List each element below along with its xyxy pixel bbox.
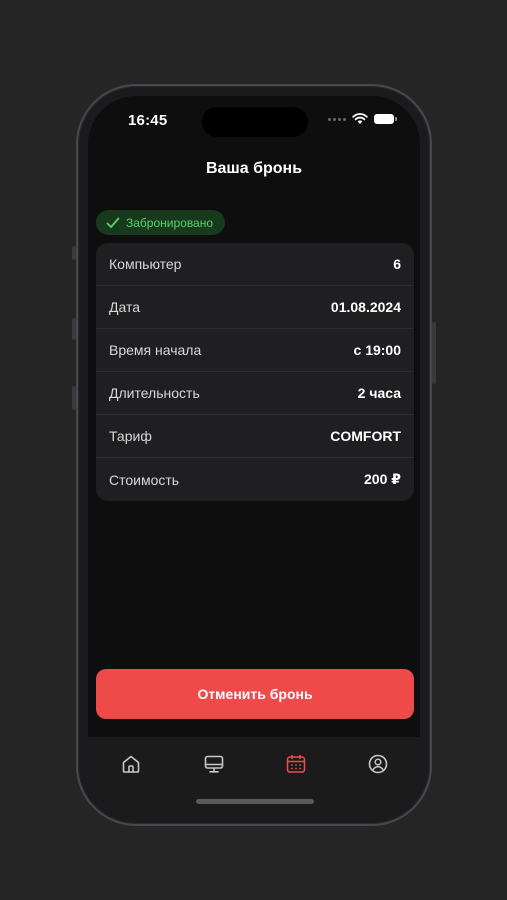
detail-label: Дата [109, 299, 141, 315]
tab-home[interactable] [119, 752, 143, 776]
detail-row-tariff: Тариф COMFORT [96, 415, 414, 458]
checkmark-icon [106, 217, 120, 228]
tab-bookings[interactable] [284, 752, 308, 776]
detail-label: Стоимость [109, 471, 180, 488]
cancel-booking-button[interactable]: Отменить бронь [96, 669, 414, 719]
detail-value: COMFORT [330, 428, 401, 444]
dynamic-island [202, 107, 308, 137]
detail-value: 2 часа [357, 385, 401, 401]
detail-row-date: Дата 01.08.2024 [96, 286, 414, 329]
status-icons [328, 113, 397, 125]
detail-label: Компьютер [109, 256, 182, 272]
status-time: 16:45 [128, 112, 168, 129]
detail-row-computer: Компьютер 6 [96, 243, 414, 286]
home-icon [122, 755, 140, 773]
detail-value: с 19:00 [353, 342, 401, 358]
monitor-icon [204, 755, 224, 773]
detail-value: 6 [393, 256, 401, 272]
detail-row-duration: Длительность 2 часа [96, 372, 414, 415]
tab-profile[interactable] [366, 752, 390, 776]
battery-icon [374, 114, 397, 124]
detail-row-cost: Стоимость 200 ₽ [96, 458, 414, 501]
detail-value: 01.08.2024 [330, 299, 401, 315]
status-badge-label: Забронировано [126, 215, 214, 230]
tab-computers[interactable] [202, 752, 226, 776]
profile-icon [368, 754, 388, 774]
status-badge: Забронировано [96, 210, 226, 235]
detail-row-start-time: Время начала с 19:00 [96, 329, 414, 372]
calendar-icon [286, 754, 306, 773]
detail-label: Время начала [109, 342, 202, 358]
booking-details-card: Компьютер 6 Дата 01.08.2024 Время начала… [96, 243, 414, 501]
cellular-signal-icon [328, 117, 346, 121]
page-title: Ваша бронь [205, 160, 303, 177]
tab-bar [88, 737, 420, 814]
app-screen: 16:45 Ваша бронь Забронировано Компьютер… [88, 96, 420, 814]
detail-label: Тариф [109, 428, 152, 444]
detail-value: 200 ₽ [364, 471, 401, 487]
detail-label: Длительность [109, 385, 200, 401]
power-button [432, 322, 436, 384]
home-indicator [196, 799, 314, 804]
wifi-icon [352, 113, 368, 124]
